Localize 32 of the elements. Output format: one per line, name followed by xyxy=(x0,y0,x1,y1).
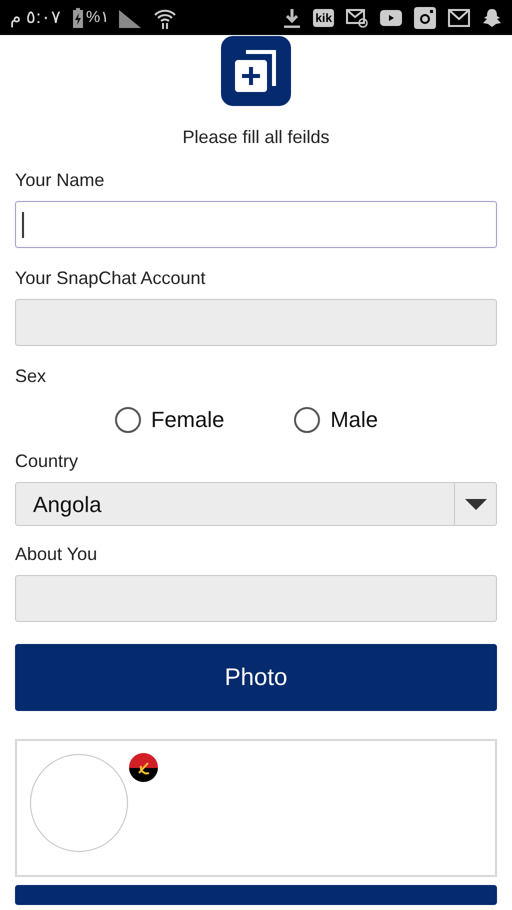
flag-icon xyxy=(129,753,158,782)
radio-label: Male xyxy=(330,406,378,434)
radio-option[interactable]: Female xyxy=(115,403,224,436)
field-label: About You xyxy=(15,543,98,565)
battery-percent: %١ xyxy=(86,8,110,28)
ghost-icon xyxy=(482,8,502,28)
input-field[interactable] xyxy=(15,201,497,248)
play-icon xyxy=(380,10,402,26)
clock: ٥:٠٧ م xyxy=(10,6,62,30)
camera-icon xyxy=(414,6,436,28)
photo-button[interactable]: Photo xyxy=(15,644,497,711)
dropdown-caret-icon xyxy=(464,498,486,510)
battery-charging-icon xyxy=(73,8,84,28)
radio-label: Female xyxy=(151,406,224,434)
kik-notification: kik xyxy=(313,8,334,26)
field-label: Sex xyxy=(15,365,48,387)
radio-button[interactable] xyxy=(294,406,320,432)
field-label: Country xyxy=(15,450,80,472)
field-label: Your SnapChat Account xyxy=(15,267,206,289)
field-label: Your Name xyxy=(15,169,106,191)
download-icon xyxy=(283,8,302,28)
country-dropdown[interactable]: Angola xyxy=(15,482,497,526)
envelope-icon xyxy=(448,8,470,26)
radio-option[interactable]: Male xyxy=(294,403,378,436)
radio-button[interactable] xyxy=(115,406,141,432)
text-cursor xyxy=(22,212,24,238)
app-logo-icon xyxy=(221,36,291,106)
input-field[interactable] xyxy=(15,299,497,346)
form-instruction: Please fill all feilds xyxy=(182,126,330,149)
mail-icon xyxy=(346,8,368,28)
signal-icon xyxy=(119,8,142,28)
input-field[interactable] xyxy=(15,575,497,622)
